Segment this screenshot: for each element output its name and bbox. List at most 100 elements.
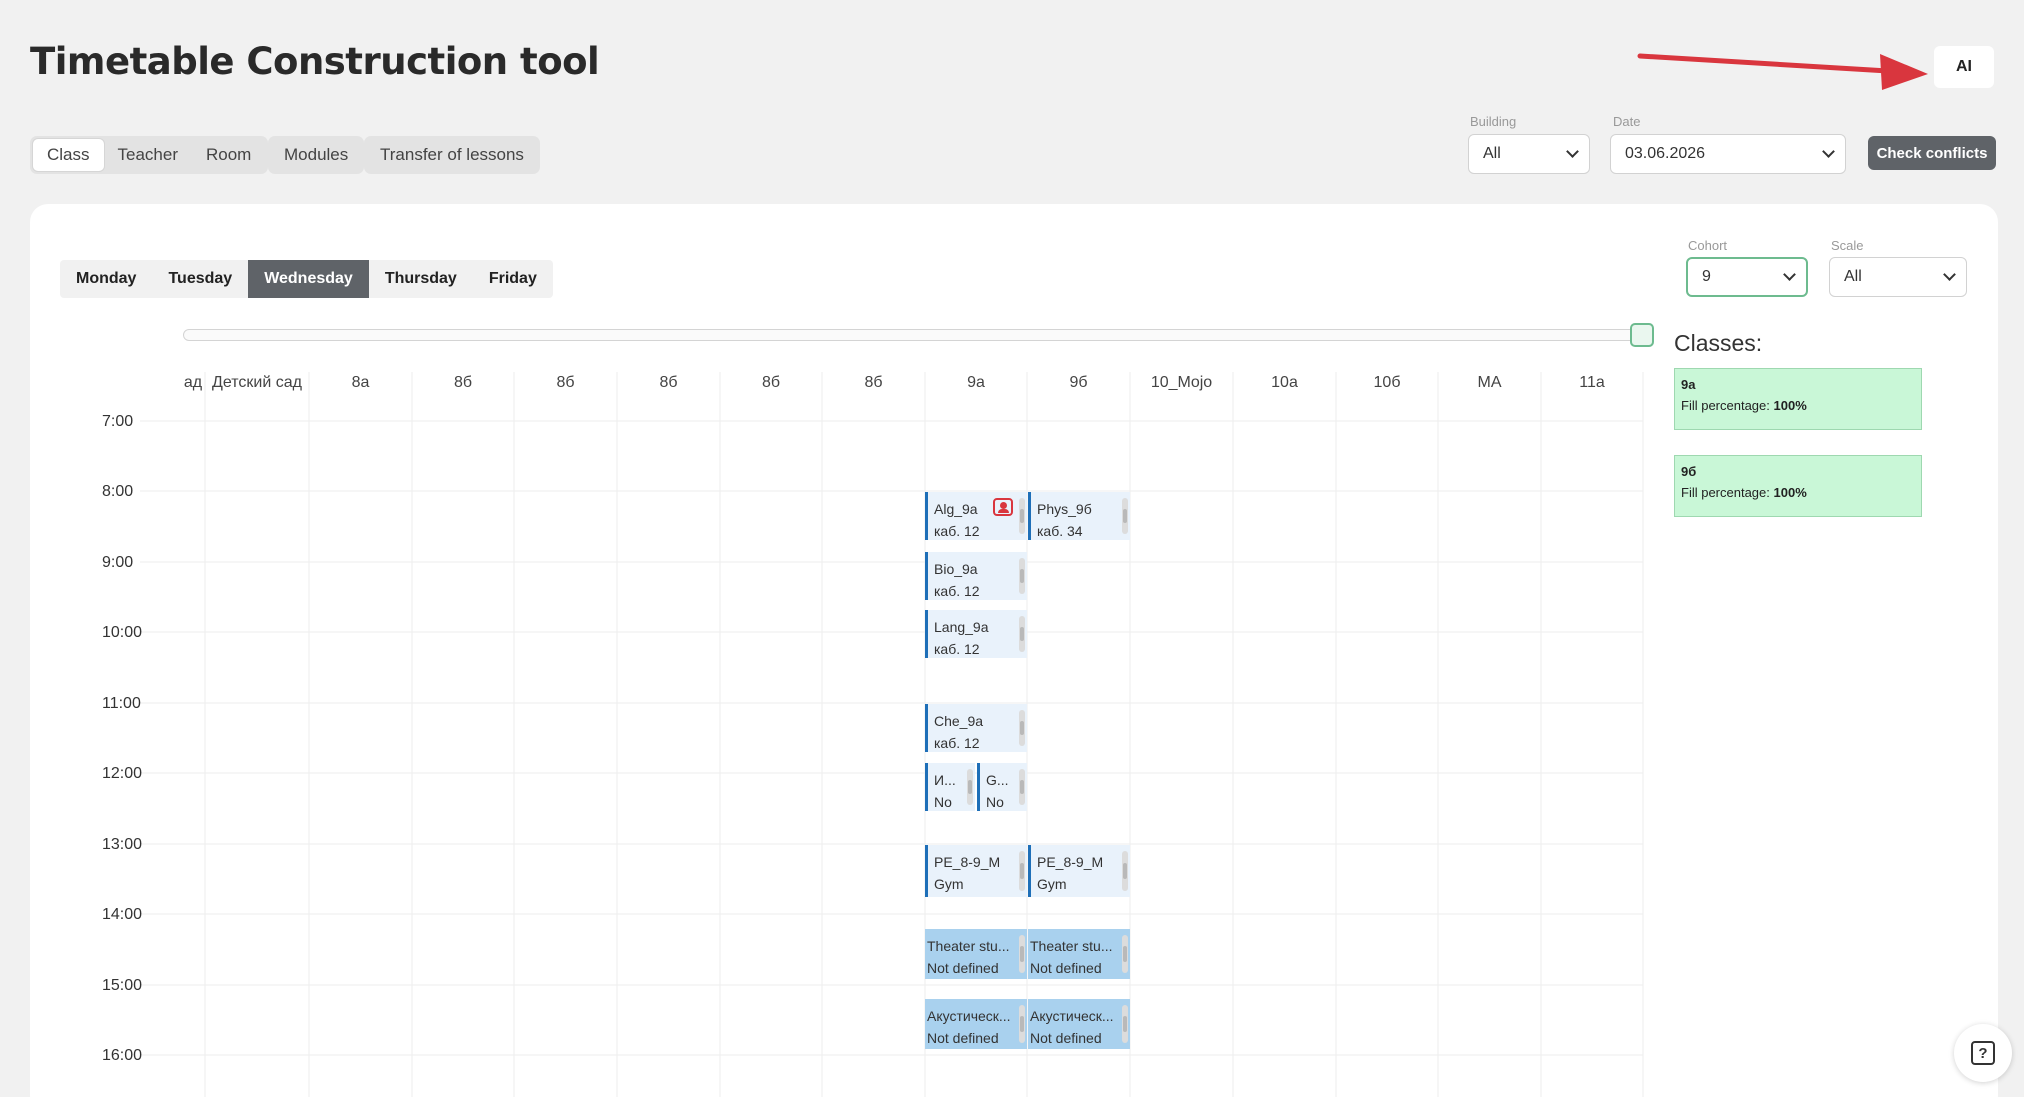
- column-header: 10б: [1373, 374, 1401, 391]
- time-label: 10:00: [102, 624, 143, 641]
- scale-value: All: [1844, 268, 1862, 285]
- cohort-label: Cohort: [1688, 238, 1728, 253]
- lesson-scrollbar[interactable]: [1019, 769, 1025, 805]
- time-label: 12:00: [102, 765, 143, 782]
- slider-handle[interactable]: [1630, 323, 1654, 347]
- lesson-scrollbar[interactable]: [1122, 1005, 1128, 1043]
- lesson-card[interactable]: PE_8-9_M Gym: [925, 845, 1027, 897]
- lesson-card[interactable]: Phys_9б каб. 34: [1028, 492, 1130, 540]
- column-header: МА: [1477, 374, 1502, 391]
- lesson-card[interactable]: Theater stu... Not defined: [925, 929, 1027, 979]
- lesson-scrollbar[interactable]: [1122, 498, 1128, 534]
- class-card[interactable]: 9б Fill percentage: 100%: [1674, 455, 1922, 517]
- column-header: ад: [183, 374, 203, 391]
- column-header: 8б: [659, 374, 678, 391]
- lesson-scrollbar[interactable]: [967, 769, 973, 805]
- chevron-down-icon: [1783, 268, 1796, 281]
- column-header: 8а: [351, 374, 370, 391]
- lesson-room: Not defined: [1030, 1030, 1102, 1046]
- lesson-room: Not defined: [1030, 960, 1102, 976]
- fill-label: Fill percentage:: [1681, 398, 1774, 413]
- building-select[interactable]: All: [1468, 134, 1590, 174]
- tab-wednesday[interactable]: Wednesday: [248, 260, 369, 298]
- cohort-value: 9: [1702, 268, 1711, 285]
- lesson-card[interactable]: Che_9a каб. 12: [925, 704, 1027, 752]
- help-button[interactable]: ?: [1954, 1024, 2012, 1082]
- class-card[interactable]: 9а Fill percentage: 100%: [1674, 368, 1922, 430]
- fill-value: 100%: [1773, 485, 1807, 500]
- date-value: 03.06.2026: [1625, 145, 1706, 162]
- tab-tuesday[interactable]: Tuesday: [152, 260, 248, 298]
- lesson-title: Theater stu...: [927, 938, 1010, 954]
- lesson-scrollbar[interactable]: [1019, 1005, 1025, 1043]
- ai-button[interactable]: AI: [1934, 46, 1994, 88]
- tab-teacher[interactable]: Teacher: [104, 139, 192, 171]
- tab-room[interactable]: Room: [192, 139, 265, 171]
- teacher-icon[interactable]: [993, 498, 1013, 516]
- class-name: 9а: [1681, 377, 1696, 392]
- lesson-card[interactable]: Alg_9a каб. 12: [925, 492, 1027, 540]
- tab-friday[interactable]: Friday: [473, 260, 553, 298]
- check-conflicts-button[interactable]: Check conflicts: [1868, 136, 1996, 170]
- time-label: 9:00: [102, 554, 134, 571]
- lesson-scrollbar[interactable]: [1019, 710, 1025, 746]
- lesson-card[interactable]: Bio_9a каб. 12: [925, 552, 1027, 600]
- tab-transfer-of-lessons[interactable]: Transfer of lessons: [364, 136, 540, 174]
- lesson-room: каб. 12: [934, 735, 980, 751]
- time-label: 16:00: [102, 1047, 143, 1064]
- lesson-room: Gym: [1037, 876, 1067, 892]
- column-header: 10а: [1271, 374, 1298, 391]
- cohort-select[interactable]: 9: [1686, 257, 1808, 297]
- building-label: Building: [1470, 114, 1517, 129]
- lesson-title: PE_8-9_M: [1037, 854, 1104, 870]
- lesson-card[interactable]: Lang_9a каб. 12: [925, 610, 1027, 658]
- help-icon: ?: [1971, 1041, 1995, 1065]
- class-name: 9б: [1681, 464, 1697, 479]
- tab-modules[interactable]: Modules: [268, 136, 365, 174]
- fill-label: Fill percentage:: [1681, 485, 1774, 500]
- tab-monday[interactable]: Monday: [60, 260, 152, 298]
- lesson-room: каб. 34: [1037, 523, 1083, 539]
- lesson-card[interactable]: Акустическ... Not defined: [1028, 999, 1130, 1049]
- lesson-card[interactable]: Акустическ... Not defined: [925, 999, 1027, 1049]
- lesson-room: каб. 12: [934, 523, 980, 539]
- column-range-slider[interactable]: [183, 329, 1643, 341]
- scale-select[interactable]: All: [1829, 257, 1967, 297]
- date-select[interactable]: 03.06.2026: [1610, 134, 1846, 174]
- column-header: 8б: [761, 374, 781, 391]
- building-value: All: [1483, 145, 1501, 162]
- lesson-room: Not defined: [927, 1030, 999, 1046]
- lesson-scrollbar[interactable]: [1122, 935, 1128, 973]
- fill-value: 100%: [1773, 398, 1807, 413]
- time-label: 11:00: [102, 695, 141, 712]
- lesson-scrollbar[interactable]: [1122, 851, 1128, 891]
- lesson-scrollbar[interactable]: [1019, 616, 1025, 652]
- tab-class[interactable]: Class: [33, 139, 104, 171]
- lesson-scrollbar[interactable]: [1019, 558, 1025, 594]
- lesson-card[interactable]: G... No: [977, 763, 1027, 811]
- time-label: 7:00: [102, 413, 134, 430]
- lesson-title: Che_9a: [934, 713, 984, 729]
- lesson-card[interactable]: PE_8-9_M Gym: [1028, 845, 1130, 897]
- lesson-room: Not defined: [927, 960, 999, 976]
- lesson-title: Lang_9a: [934, 619, 989, 635]
- lesson-room: Gym: [934, 876, 964, 892]
- lesson-room: каб. 12: [934, 583, 980, 599]
- lesson-title: Phys_9б: [1037, 501, 1092, 517]
- lesson-room: каб. 12: [934, 641, 980, 657]
- lesson-card[interactable]: Theater stu... Not defined: [1028, 929, 1130, 979]
- tab-thursday[interactable]: Thursday: [369, 260, 473, 298]
- lesson-card[interactable]: И... No: [925, 763, 975, 811]
- column-header: 8б: [864, 374, 883, 391]
- scale-label: Scale: [1831, 238, 1864, 253]
- lesson-title: Акустическ...: [927, 1008, 1011, 1024]
- time-label: 14:00: [102, 906, 143, 923]
- classes-title: Classes:: [1674, 330, 1763, 356]
- lesson-title: Theater stu...: [1030, 938, 1113, 954]
- lesson-scrollbar[interactable]: [1019, 935, 1025, 973]
- lesson-scrollbar[interactable]: [1019, 498, 1025, 534]
- chevron-down-icon: [1943, 268, 1956, 281]
- chevron-down-icon: [1822, 145, 1835, 158]
- column-header: 8б: [556, 374, 575, 391]
- lesson-scrollbar[interactable]: [1019, 851, 1025, 891]
